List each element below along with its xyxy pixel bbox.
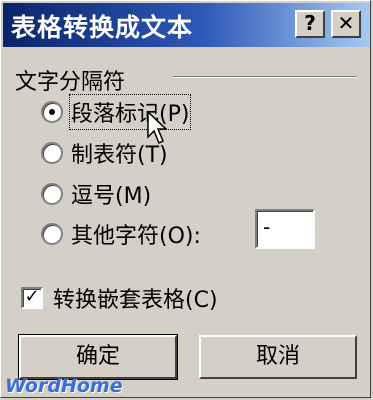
convert-table-to-text-dialog: 表格转换成文本 ? ✕ 文字分隔符 段落标记(P) 制表符(T) 逗号(M) 其… bbox=[0, 0, 371, 398]
mouse-pointer-icon bbox=[147, 111, 167, 145]
convert-nested-tables-option[interactable]: ✓ 转换嵌套表格(C) bbox=[21, 283, 218, 313]
title-bar[interactable]: 表格转换成文本 ? ✕ bbox=[3, 3, 370, 47]
radio-label-paragraph-mark: 段落标记(P) bbox=[68, 94, 192, 130]
convert-nested-label: 转换嵌套表格(C) bbox=[53, 288, 218, 313]
radio-label-comma: 逗号(M) bbox=[71, 184, 152, 209]
convert-nested-checkbox[interactable]: ✓ bbox=[21, 287, 43, 309]
radio-label-other-char: 其他字符(O): bbox=[71, 224, 201, 249]
radio-button-checked[interactable] bbox=[41, 101, 63, 123]
radio-button[interactable] bbox=[41, 142, 63, 164]
radio-paragraph-mark[interactable]: 段落标记(P) bbox=[41, 94, 192, 130]
radio-button[interactable] bbox=[41, 183, 63, 205]
question-mark-icon: ? bbox=[304, 11, 316, 35]
other-char-input[interactable]: - bbox=[255, 209, 315, 249]
dialog-title: 表格转换成文本 bbox=[11, 13, 194, 42]
wordhome-watermark: WordHome bbox=[5, 375, 123, 397]
close-button[interactable]: ✕ bbox=[331, 10, 361, 38]
separator-group-label: 文字分隔符 bbox=[15, 70, 126, 95]
group-divider bbox=[173, 76, 357, 78]
help-button[interactable]: ? bbox=[295, 10, 325, 38]
radio-button[interactable] bbox=[41, 223, 63, 245]
close-icon: ✕ bbox=[337, 11, 355, 35]
cancel-button[interactable]: 取消 bbox=[199, 335, 357, 379]
ok-button[interactable]: 确定 bbox=[18, 334, 178, 380]
radio-other-char[interactable]: 其他字符(O): bbox=[41, 219, 201, 249]
radio-comma[interactable]: 逗号(M) bbox=[41, 179, 151, 209]
